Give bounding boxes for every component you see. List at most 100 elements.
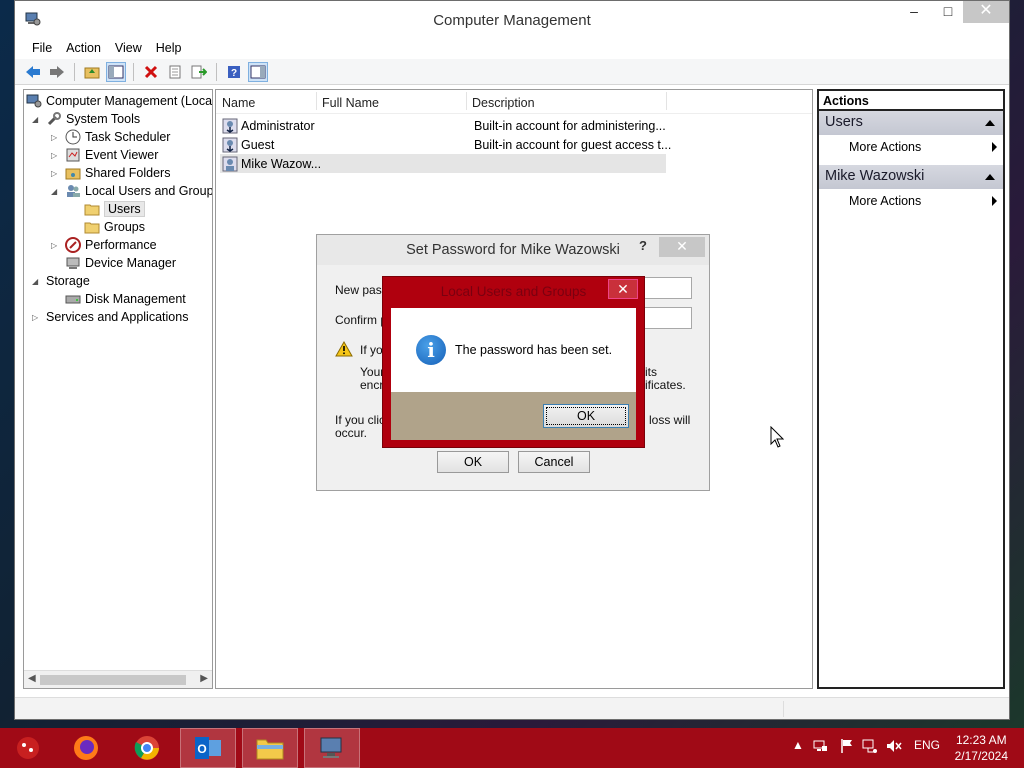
column-separator[interactable] — [316, 92, 317, 110]
cancel-button[interactable]: Cancel — [518, 451, 590, 473]
collapse-arrow-icon[interactable]: ◢ — [32, 277, 42, 286]
table-row[interactable]: Guest Built-in account for guest access … — [220, 135, 671, 154]
more-actions-users[interactable]: More Actions — [819, 135, 1003, 159]
network-status-icon[interactable] — [862, 738, 878, 754]
tree-item-performance[interactable]: ▷ Performance — [51, 236, 157, 254]
back-arrow-icon[interactable] — [23, 62, 43, 82]
scroll-left-icon[interactable]: ◀ — [28, 673, 36, 684]
note-text: occur. — [335, 426, 368, 440]
actions-section-users[interactable]: Users — [819, 111, 1003, 135]
dialog-close-button[interactable]: ✕ — [659, 237, 705, 257]
warning-text: Your — [360, 365, 385, 379]
more-actions-user[interactable]: More Actions — [819, 189, 1003, 213]
forward-arrow-icon[interactable] — [47, 62, 67, 82]
tree-item-label: Performance — [85, 238, 157, 252]
export-list-icon[interactable] — [189, 62, 209, 82]
expand-arrow-icon[interactable]: ▷ — [51, 151, 61, 160]
svg-text:?: ? — [231, 68, 237, 79]
file-explorer-icon[interactable] — [242, 728, 298, 768]
tree-item-label: Device Manager — [85, 256, 177, 270]
tree-item-shared-folders[interactable]: ▷ Shared Folders — [51, 164, 170, 182]
scroll-right-icon[interactable]: ▶ — [200, 673, 208, 684]
menu-help[interactable]: Help — [149, 41, 189, 55]
show-hidden-icons-icon[interactable]: ▲ — [792, 738, 804, 752]
action-center-flag-icon[interactable] — [840, 738, 854, 754]
column-separator[interactable] — [666, 92, 667, 110]
tree-item-device-manager[interactable]: Device Manager — [65, 254, 176, 272]
tree-item-task-scheduler[interactable]: ▷ Task Scheduler — [51, 128, 170, 146]
message-box-title[interactable]: Local Users and Groups — [383, 277, 644, 307]
user-description: Built-in account for administering... — [474, 118, 666, 133]
tree-item-local-users-groups[interactable]: ◢ Local Users and Groups — [51, 182, 212, 200]
title-bar[interactable]: Computer Management – □ ✕ — [15, 1, 1009, 37]
expand-arrow-icon[interactable]: ▷ — [51, 241, 61, 250]
language-indicator[interactable]: ENG — [914, 738, 940, 752]
expand-arrow-icon[interactable]: ▷ — [51, 169, 61, 178]
tree-root[interactable]: Computer Management (Local — [26, 92, 212, 110]
column-header-description[interactable]: Description — [472, 96, 535, 110]
tree-item-users[interactable]: Users — [84, 200, 145, 218]
actions-pane: Actions Users More Actions Mike Wazowski… — [817, 89, 1005, 689]
maximize-button[interactable]: □ — [931, 1, 965, 23]
show-hide-console-tree-icon[interactable] — [106, 61, 126, 82]
action-label: More Actions — [849, 140, 922, 154]
expand-arrow-icon[interactable]: ▷ — [32, 313, 42, 322]
tools-icon — [47, 112, 61, 126]
clock[interactable]: 12:23 AM 2/17/2024 — [955, 732, 1008, 764]
table-row[interactable]: Administrator Built-in account for admin… — [220, 116, 666, 135]
tree-item-services-applications[interactable]: ▷ Services and Applications — [32, 308, 188, 326]
firefox-icon[interactable] — [58, 728, 114, 768]
ok-button[interactable]: OK — [437, 451, 509, 473]
show-hide-action-pane-icon[interactable] — [248, 61, 268, 82]
svg-text:O: O — [197, 742, 206, 756]
console-tree: Computer Management (Local ◢ System Tool… — [23, 89, 213, 689]
computer-management-taskbar-icon[interactable] — [304, 728, 360, 768]
help-button[interactable]: ? — [639, 238, 647, 253]
volume-muted-icon[interactable] — [886, 738, 902, 754]
menu-file[interactable]: File — [25, 41, 59, 55]
chrome-icon[interactable] — [119, 728, 175, 768]
confirm-password-field[interactable] — [637, 307, 692, 329]
collapse-arrow-icon[interactable]: ◢ — [51, 187, 61, 196]
up-folder-icon[interactable] — [82, 62, 102, 82]
help-icon[interactable]: ? — [224, 62, 244, 82]
list-header: Name Full Name Description — [216, 90, 812, 114]
dialog-title[interactable]: Set Password for Mike Wazowski — [317, 235, 709, 265]
tree-item-system-tools[interactable]: ◢ System Tools — [32, 110, 140, 128]
tree-item-label: Task Scheduler — [85, 130, 171, 144]
message-ok-button[interactable]: OK — [543, 404, 629, 428]
menu-view[interactable]: View — [108, 41, 149, 55]
collapse-triangle-icon[interactable] — [985, 120, 995, 126]
actions-section-mike-wazowski[interactable]: Mike Wazowski — [819, 165, 1003, 189]
column-header-full-name[interactable]: Full Name — [322, 96, 379, 110]
horizontal-scrollbar[interactable]: ◀ ▶ — [24, 670, 212, 688]
tree-item-storage[interactable]: ◢ Storage — [32, 272, 90, 290]
toolbar-separator — [74, 62, 75, 81]
minimize-button[interactable]: – — [897, 1, 931, 23]
collapse-arrow-icon[interactable]: ◢ — [32, 115, 42, 124]
actions-header: Actions — [819, 91, 1003, 111]
warning-text: ificates. — [645, 378, 686, 392]
table-row-selected[interactable]: Mike Wazow... — [220, 154, 666, 173]
expand-arrow-icon[interactable]: ▷ — [51, 133, 61, 142]
status-divider — [783, 701, 784, 717]
start-button-icon[interactable] — [0, 728, 56, 768]
network-icon[interactable] — [812, 738, 828, 754]
collapse-triangle-icon[interactable] — [985, 174, 995, 180]
column-separator[interactable] — [466, 92, 467, 110]
delete-icon[interactable] — [141, 62, 161, 82]
scroll-thumb[interactable] — [40, 675, 186, 685]
menu-action[interactable]: Action — [59, 41, 108, 55]
outlook-icon[interactable]: O — [180, 728, 236, 768]
tree-item-label: Shared Folders — [85, 166, 171, 180]
column-header-name[interactable]: Name — [222, 96, 255, 110]
new-password-field[interactable] — [637, 277, 692, 299]
tree-item-groups[interactable]: Groups — [84, 218, 145, 236]
tree-item-event-viewer[interactable]: ▷ Event Viewer — [51, 146, 158, 164]
close-button[interactable]: ✕ — [963, 1, 1009, 23]
tree-item-disk-management[interactable]: Disk Management — [65, 290, 186, 308]
message-box-close-button[interactable]: ✕ — [608, 279, 638, 299]
tree-item-label: Disk Management — [85, 292, 186, 306]
performance-icon — [65, 237, 81, 253]
properties-icon[interactable] — [165, 62, 185, 82]
